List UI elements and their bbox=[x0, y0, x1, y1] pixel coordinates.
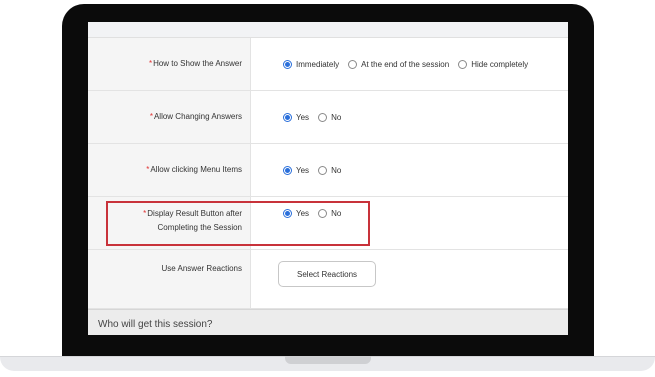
setting-label-line1: Display Result Button after bbox=[147, 209, 242, 218]
radio-selected-icon[interactable] bbox=[283, 209, 292, 218]
radio-label: No bbox=[331, 165, 342, 175]
radio-label: At the end of the session bbox=[361, 59, 450, 69]
radio-selected-icon[interactable] bbox=[283, 59, 292, 69]
setting-row-show-answer: *How to Show the Answer Immediately At t… bbox=[88, 38, 568, 91]
setting-label-cell: *How to Show the Answer bbox=[88, 38, 251, 90]
setting-row-display-result-button: *Display Result Button after Completing … bbox=[88, 197, 568, 250]
select-reactions-button[interactable]: Select Reactions bbox=[278, 261, 377, 287]
radio-yes[interactable]: Yes bbox=[283, 209, 309, 218]
setting-control-cell: Immediately At the end of the session Hi… bbox=[252, 38, 568, 90]
required-mark: * bbox=[148, 59, 153, 68]
radio-no[interactable]: No bbox=[318, 165, 342, 175]
required-mark: * bbox=[146, 165, 150, 174]
radio-end-of-session[interactable]: At the end of the session bbox=[348, 59, 450, 69]
radio-selected-icon[interactable] bbox=[283, 165, 292, 175]
required-mark: * bbox=[143, 209, 147, 218]
radio-label: Yes bbox=[296, 165, 310, 175]
setting-control-cell: Yes No bbox=[252, 91, 568, 143]
setting-row-allow-clicking-menu: *Allow clicking Menu Items Yes No bbox=[88, 144, 568, 197]
radio-label: Yes bbox=[296, 112, 310, 122]
radio-immediately[interactable]: Immediately bbox=[283, 59, 340, 69]
laptop-screen: *How to Show the Answer Immediately At t… bbox=[88, 22, 568, 335]
radio-label: Yes bbox=[296, 209, 310, 218]
setting-control-cell: Yes No bbox=[252, 144, 568, 196]
top-strip bbox=[88, 22, 568, 38]
setting-label: Use Answer Reactions bbox=[161, 264, 242, 273]
setting-label: Allow clicking Menu Items bbox=[150, 165, 242, 174]
radio-label: Hide completely bbox=[471, 59, 529, 69]
section-header-who-gets-session: Who will get this session? bbox=[88, 309, 568, 335]
laptop-notch bbox=[285, 356, 371, 364]
radio-no[interactable]: No bbox=[318, 112, 342, 122]
radio-label: No bbox=[331, 112, 342, 122]
radio-yes[interactable]: Yes bbox=[283, 112, 310, 122]
radio-unselected-icon[interactable] bbox=[318, 112, 328, 122]
setting-label-cell: *Allow clicking Menu Items bbox=[88, 144, 251, 196]
setting-row-allow-changing-answers: *Allow Changing Answers Yes No bbox=[88, 91, 568, 144]
radio-unselected-icon[interactable] bbox=[348, 59, 358, 69]
radio-unselected-icon[interactable] bbox=[318, 165, 328, 175]
radio-label: No bbox=[331, 209, 342, 218]
radio-selected-icon[interactable] bbox=[283, 112, 292, 122]
setting-label: How to Show the Answer bbox=[153, 59, 242, 68]
setting-label-cell: *Display Result Button after Completing … bbox=[88, 197, 251, 249]
setting-label-line2: Completing the Session bbox=[157, 223, 243, 232]
radio-hide-completely[interactable]: Hide completely bbox=[458, 59, 529, 69]
radio-label: Immediately bbox=[296, 59, 340, 69]
radio-unselected-icon[interactable] bbox=[318, 209, 328, 218]
required-mark: * bbox=[149, 112, 153, 121]
setting-label-cell: *Allow Changing Answers bbox=[88, 91, 251, 143]
radio-unselected-icon[interactable] bbox=[458, 59, 468, 69]
setting-label: Allow Changing Answers bbox=[153, 112, 242, 121]
setting-label-cell: Use Answer Reactions bbox=[88, 250, 251, 308]
radio-no[interactable]: No bbox=[318, 209, 341, 218]
setting-row-answer-reactions: Use Answer Reactions Select Reactions bbox=[88, 250, 568, 309]
radio-yes[interactable]: Yes bbox=[283, 165, 310, 175]
